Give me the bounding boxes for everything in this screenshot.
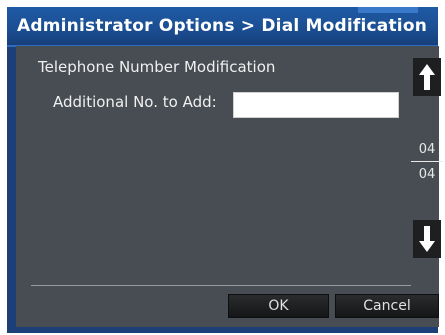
dialog-panel: Telephone Number Modification Additional…	[16, 46, 443, 327]
scroll-down-button[interactable]	[413, 220, 441, 258]
button-divider	[31, 285, 411, 286]
page-indicator: 04 04	[411, 141, 443, 183]
ok-button[interactable]: OK	[228, 294, 329, 318]
title-tab-accent	[358, 7, 418, 13]
page-divider	[411, 161, 443, 162]
additional-number-input[interactable]	[233, 92, 399, 118]
title-bar: Administrator Options > Dial Modificatio…	[7, 7, 438, 47]
page-total: 04	[418, 167, 436, 182]
cancel-button[interactable]: Cancel	[335, 294, 439, 318]
up-arrow-icon	[419, 64, 435, 90]
section-title: Telephone Number Modification	[38, 58, 276, 76]
down-arrow-icon	[419, 226, 435, 252]
additional-number-label: Additional No. to Add:	[53, 93, 217, 111]
scroll-up-button[interactable]	[413, 58, 441, 96]
page-current: 04	[418, 142, 436, 157]
window-title: Administrator Options > Dial Modificatio…	[17, 16, 428, 36]
